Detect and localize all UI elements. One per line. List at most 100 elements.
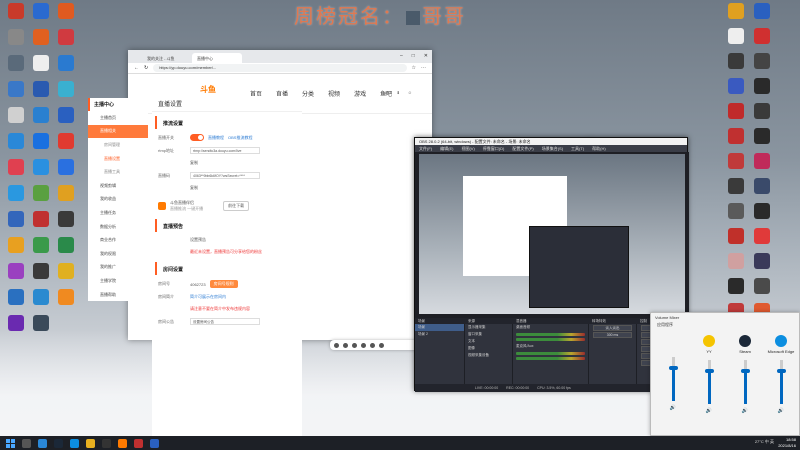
desktop-icon[interactable] xyxy=(722,178,750,194)
nav-video[interactable]: 视频 xyxy=(328,89,340,98)
desktop-icon[interactable] xyxy=(722,228,750,244)
desktop-icon[interactable] xyxy=(748,203,776,219)
desktop-icon[interactable] xyxy=(722,203,750,219)
sidebar-item[interactable]: 直播设置 xyxy=(88,152,148,166)
copy-key-button[interactable]: 复制 xyxy=(190,185,198,191)
obs-window[interactable]: OBS 28.0.2 (64-bit, windows) - 配置文件: 未命名… xyxy=(414,137,689,392)
desktop-icon[interactable] xyxy=(748,128,776,144)
system-tray[interactable]: 27°C 中 英 xyxy=(755,439,774,445)
desktop-icon[interactable] xyxy=(2,159,30,176)
floating-toolbar[interactable] xyxy=(330,340,420,350)
desktop-icon[interactable] xyxy=(52,29,80,46)
desktop-icon[interactable] xyxy=(2,55,30,72)
desktop-icon[interactable] xyxy=(52,55,80,72)
sidebar-item[interactable]: 视频剪辑 xyxy=(88,179,148,193)
desktop-icon[interactable] xyxy=(2,263,30,280)
volume-slider[interactable] xyxy=(776,360,786,404)
desktop-icon[interactable] xyxy=(27,3,55,20)
desktop-icon[interactable] xyxy=(27,211,55,228)
speaker-icon[interactable]: 🔊 xyxy=(742,408,748,414)
master-volume-slider[interactable] xyxy=(668,357,678,401)
transition-select[interactable]: 淡入淡出 xyxy=(593,325,632,331)
sidebar-item[interactable]: 直播帮助 xyxy=(88,288,148,302)
volume-slider[interactable] xyxy=(704,360,714,404)
app-taskbar-icon[interactable] xyxy=(150,438,159,448)
source-item[interactable]: 显示器采集 xyxy=(465,324,512,331)
taskview-icon[interactable] xyxy=(38,438,47,448)
desktop-icon[interactable] xyxy=(27,315,55,332)
douyu-taskbar-icon[interactable] xyxy=(118,438,127,448)
desktop-icon[interactable] xyxy=(2,81,30,98)
desktop-icon[interactable] xyxy=(27,159,55,176)
sidebar-item[interactable]: 数据分析 xyxy=(88,220,148,234)
audio-meter[interactable] xyxy=(516,352,585,355)
download-icon[interactable]: ⬇ xyxy=(397,90,400,95)
desktop-icon[interactable] xyxy=(748,178,776,194)
sidebar-item[interactable]: 主播任务 xyxy=(88,206,148,220)
scene-item[interactable]: 场景 2 xyxy=(415,331,464,338)
volume-mixer[interactable]: Volume Mixer 应用程序 YY 🔊 Steam 🔊 Microsoft Edg… xyxy=(650,312,800,436)
link-obs-tutorial[interactable]: OBS推流教程 xyxy=(228,135,252,141)
desktop-icon[interactable] xyxy=(27,81,55,98)
browser-tab-active[interactable]: 直播中心 xyxy=(192,53,242,63)
sidebar-item[interactable]: 主播首页 xyxy=(88,111,148,125)
desktop-icon[interactable] xyxy=(27,185,55,202)
rtmp-field[interactable]: rtmp://sendtc3a.douyu.com/live xyxy=(190,147,260,154)
maximize-icon[interactable]: □ xyxy=(412,53,415,59)
desktop-icon[interactable] xyxy=(52,263,80,280)
desktop-icon[interactable] xyxy=(2,237,30,254)
nav-category[interactable]: 分类 xyxy=(302,89,314,98)
star-icon[interactable]: ☆ xyxy=(412,65,416,71)
source-item[interactable]: 视频采集设备 xyxy=(465,352,512,359)
clock[interactable]: 18:58 2021/8/16 xyxy=(778,437,796,448)
desktop-icon[interactable] xyxy=(2,3,30,20)
announce-field[interactable]: 设置房间公告 xyxy=(190,318,260,325)
desktop-icon[interactable] xyxy=(722,128,750,144)
audio-meter[interactable] xyxy=(516,357,585,360)
explorer-taskbar-icon[interactable] xyxy=(86,438,95,448)
desktop-icon[interactable] xyxy=(52,133,80,150)
desktop-icon[interactable] xyxy=(27,263,55,280)
obs-menu-item[interactable]: 场景集合(S) xyxy=(542,146,563,151)
desktop-icon[interactable] xyxy=(52,3,80,20)
desktop-icon[interactable] xyxy=(27,29,55,46)
desktop-icon[interactable] xyxy=(2,211,30,228)
speaker-icon[interactable]: 🔊 xyxy=(670,405,676,411)
sidebar-item[interactable]: 我的收益 xyxy=(88,193,148,207)
live-toggle[interactable] xyxy=(190,134,204,141)
audio-meter[interactable] xyxy=(516,333,585,336)
source-item[interactable]: 文本 xyxy=(465,338,512,345)
nav-game[interactable]: 游戏 xyxy=(354,89,366,98)
desktop-icon[interactable] xyxy=(748,253,776,269)
speaker-icon[interactable]: 🔊 xyxy=(778,408,784,414)
source-item[interactable]: 图像 xyxy=(465,345,512,352)
desktop-icon[interactable] xyxy=(2,133,30,150)
minimize-icon[interactable]: – xyxy=(400,53,403,59)
desktop-icon[interactable] xyxy=(722,278,750,294)
obs-preview[interactable]: 周榜冠名： xyxy=(415,152,689,318)
app-taskbar-icon[interactable] xyxy=(134,438,143,448)
desktop-icon[interactable] xyxy=(2,289,30,306)
sidebar-item[interactable]: 我的推广 xyxy=(88,261,148,275)
desktop-icon[interactable] xyxy=(722,78,750,94)
desktop-icon[interactable] xyxy=(27,55,55,72)
sidebar-item[interactable]: 我的权限 xyxy=(88,247,148,261)
start-icon[interactable] xyxy=(6,438,15,448)
source-item[interactable]: 窗口采集 xyxy=(465,331,512,338)
desktop-icon[interactable] xyxy=(52,81,80,98)
obs-menu-item[interactable]: 文件(F) xyxy=(419,146,432,151)
desktop-icon[interactable] xyxy=(748,103,776,119)
close-icon[interactable]: ✕ xyxy=(424,53,428,59)
desktop-icon[interactable] xyxy=(2,315,30,332)
scene-item[interactable]: 场景 xyxy=(415,324,464,331)
desktop-icon[interactable] xyxy=(748,278,776,294)
duration-field[interactable]: 300 ms xyxy=(593,332,632,338)
obs-menu-item[interactable]: 工具(T) xyxy=(571,146,584,151)
search-icon[interactable] xyxy=(22,438,31,448)
sidebar-item[interactable]: 房间管理 xyxy=(88,138,148,152)
copy-rtmp-button[interactable]: 复制 xyxy=(190,160,198,166)
refresh-icon[interactable]: ↻ xyxy=(144,65,148,71)
back-icon[interactable]: ← xyxy=(134,65,139,71)
desktop-icon[interactable] xyxy=(748,228,776,244)
desktop-icon[interactable] xyxy=(52,211,80,228)
